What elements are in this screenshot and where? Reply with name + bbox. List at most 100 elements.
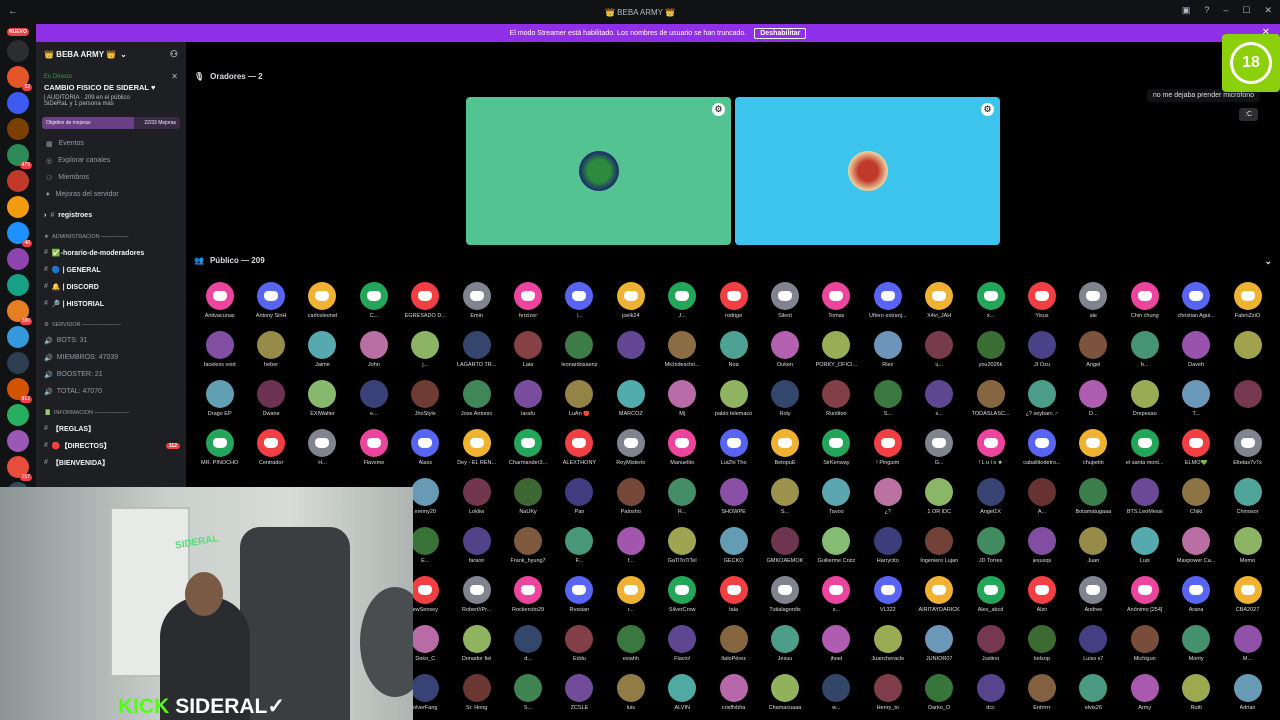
audience-member[interactable]: Jesuu (759, 625, 810, 669)
audience-member[interactable]: Rutti (1170, 674, 1221, 718)
boost-goal-bar[interactable]: Objetivo de mejoras 22/33 Mejoras (42, 117, 180, 129)
category-informacion[interactable]: 📗 INFORMACION ───────── (36, 406, 186, 420)
audience-member[interactable]: Michidescho... (657, 331, 708, 375)
audience-member[interactable]: Chiki (1170, 478, 1221, 522)
audience-member[interactable] (1222, 331, 1273, 375)
server-icon[interactable] (7, 352, 29, 374)
minimize-icon[interactable]: – (1223, 5, 1228, 16)
audience-member[interactable]: Yisus (1016, 282, 1067, 326)
audience-member[interactable]: ! Pinguim (862, 429, 913, 473)
audience-member[interactable]: Rockercito29 (502, 576, 553, 620)
audience-member[interactable]: u... (913, 331, 964, 375)
category-servidor[interactable]: ⚙ SERVIDOR ────────── (36, 318, 186, 332)
audience-member[interactable]: j... (400, 331, 451, 375)
audience-member[interactable]: ReyMisterio (605, 429, 656, 473)
audience-member[interactable]: F... (554, 527, 605, 571)
stat-channel-2[interactable]: 🔊 BOOSTER: 21 (36, 366, 186, 383)
audience-member[interactable]: Anónimo [254] (1119, 576, 1170, 620)
audience-member[interactable]: Harrycito (862, 527, 913, 571)
audience-member[interactable]: Uñero extranj... (862, 282, 913, 326)
stat-channel-3[interactable]: 🔊 TOTAL: 47070 (36, 383, 186, 400)
menu-item-3[interactable]: ♦ Mejoras del servidor (36, 186, 186, 203)
speaker-tile[interactable]: ⚙ (735, 97, 1000, 245)
server-icon[interactable] (7, 248, 29, 270)
server-icon[interactable]: 386 (7, 300, 32, 325)
audience-member[interactable]: VL322 (862, 576, 913, 620)
audience-member[interactable]: M... (1222, 625, 1273, 669)
channel-adminch-3[interactable]: # 🔎 | HISTORIAL (36, 295, 186, 312)
audience-member[interactable]: SHOWPE (708, 478, 759, 522)
audience-member[interactable]: SirKenway (811, 429, 862, 473)
audience-member[interactable]: Antivacunas (194, 282, 245, 326)
server-header[interactable]: 👑 BEBA ARMY 👑 ⌄ ⚇ (36, 42, 186, 66)
audience-member[interactable]: NaUKy (502, 478, 553, 522)
audience-member[interactable]: R... (657, 478, 708, 522)
channel-infoch-1[interactable]: # 🔴【DIRECTOS】 112 (36, 437, 186, 454)
audience-member[interactable]: pablo telemaco (708, 380, 759, 424)
audience-member[interactable]: caballitodetro... (1016, 429, 1067, 473)
audience-member[interactable]: CBA2027 (1222, 576, 1273, 620)
audience-member[interactable]: Ouken (759, 331, 810, 375)
audience-member[interactable]: Tomas (811, 282, 862, 326)
audience-member[interactable]: Arana (1170, 576, 1221, 620)
audience-member[interactable]: Roly (759, 380, 810, 424)
audience-member[interactable]: Jaime (297, 331, 348, 375)
audience-member[interactable]: FabriiZziO (1222, 282, 1273, 326)
audience-member[interactable]: jesusqs (1016, 527, 1067, 571)
chevron-down-icon[interactable]: ⌄ (1264, 256, 1272, 267)
server-icon[interactable] (7, 40, 29, 62)
server-icon[interactable] (7, 326, 29, 348)
disable-streamer-button[interactable]: Deshabilitar (754, 27, 807, 39)
server-icon[interactable] (7, 92, 29, 114)
audience-member[interactable]: Silent (759, 282, 810, 326)
audience-member[interactable]: Entrrrrr (1016, 674, 1067, 718)
audience-member[interactable]: exiahh (605, 625, 656, 669)
audience-member[interactable]: Mj (657, 380, 708, 424)
audience-member[interactable]: dcc (965, 674, 1016, 718)
audience-member[interactable]: ELMO💚 (1170, 429, 1221, 473)
audience-member[interactable]: Alass (400, 429, 451, 473)
category-administracion[interactable]: ★ ADMINISTRACION ─────── (36, 230, 186, 244)
audience-member[interactable]: Darko_O (913, 674, 964, 718)
channel-infoch-2[interactable]: # 【BIENVENIDA】 (36, 454, 186, 471)
menu-item-1[interactable]: ◎ Explorar canales (36, 152, 186, 169)
audience-member[interactable]: crisffvbha (708, 674, 759, 718)
audience-member[interactable]: leonardosaenz (554, 331, 605, 375)
server-icon[interactable] (7, 430, 29, 452)
close-icon[interactable]: ✕ (171, 72, 178, 81)
audience-member[interactable]: e... (348, 380, 399, 424)
audience-member[interactable]: Alzir (1016, 576, 1067, 620)
audience-member[interactable]: Frank_hyung7 (502, 527, 553, 571)
audience-member[interactable]: Michigun (1119, 625, 1170, 669)
audience-member[interactable]: EXIWalter (297, 380, 348, 424)
audience-header[interactable]: 👥 Público — 209 ⌄ (194, 256, 1272, 267)
audience-member[interactable]: Adrian (1222, 674, 1273, 718)
audience-member[interactable]: Dey - EL REN... (451, 429, 502, 473)
audience-member[interactable]: Alex_abcd (965, 576, 1016, 620)
audience-member[interactable]: Andree (1068, 576, 1119, 620)
audience-member[interactable]: ferzizer (502, 282, 553, 326)
audience-member[interactable]: Drepesao (1119, 380, 1170, 424)
audience-member[interactable]: Tutialagordis (759, 576, 810, 620)
server-icon[interactable] (7, 118, 29, 140)
audience-member[interactable]: faraon (451, 527, 502, 571)
server-icon[interactable] (7, 274, 29, 296)
audience-member[interactable]: Justino (965, 625, 1016, 669)
audience-member[interactable] (605, 331, 656, 375)
audience-member[interactable]: Lokliw (451, 478, 502, 522)
server-icon[interactable]: 52 (7, 66, 32, 91)
audience-member[interactable]: EGRESADO D... (400, 282, 451, 326)
audience-member[interactable]: LAGARTO TR... (451, 331, 502, 375)
audience-member[interactable]: LuiZhi Tho (708, 429, 759, 473)
server-icon[interactable]: 812 (7, 378, 32, 403)
audience-member[interactable]: A... (1016, 478, 1067, 522)
inbox-icon[interactable]: ▣ (1182, 5, 1191, 16)
audience-member[interactable]: S... (502, 674, 553, 718)
audience-member[interactable]: H... (297, 429, 348, 473)
server-icon[interactable] (7, 404, 29, 426)
audience-member[interactable]: Chinosor (1222, 478, 1273, 522)
audience-member[interactable]: faceless void (194, 331, 245, 375)
audience-member[interactable]: 1 OR iDC (913, 478, 964, 522)
audience-member[interactable]: d... (502, 625, 553, 669)
server-icon[interactable]: 48 (7, 222, 32, 247)
